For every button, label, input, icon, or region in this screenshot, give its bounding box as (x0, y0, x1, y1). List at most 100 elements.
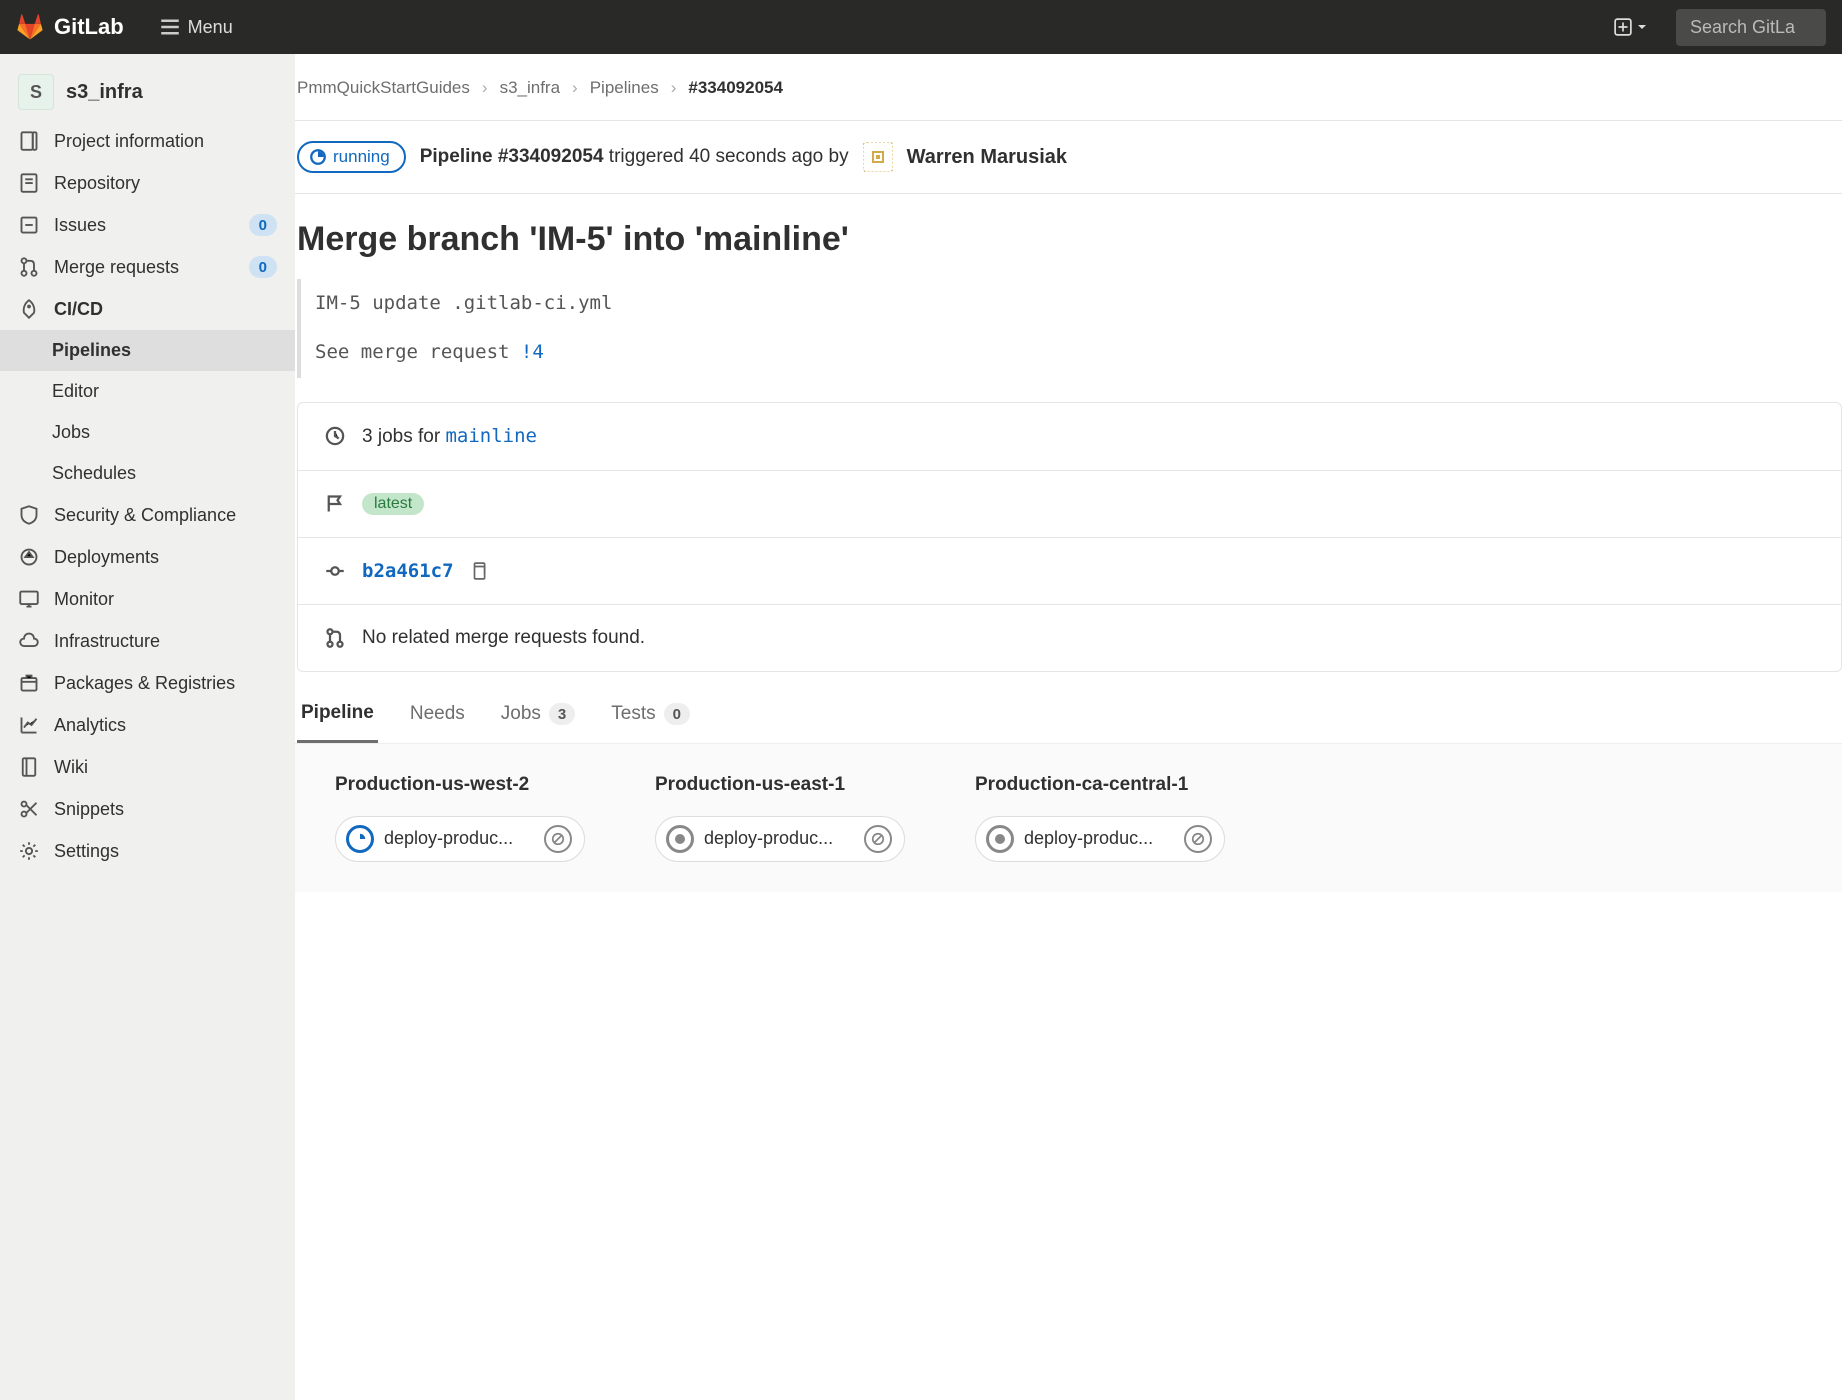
sidebar-item-security[interactable]: Security & Compliance (0, 494, 295, 536)
cloud-icon (18, 630, 40, 652)
sidebar-sub-jobs[interactable]: Jobs (0, 412, 295, 453)
job-pill[interactable]: deploy-produc... (335, 816, 585, 862)
merge-request-link[interactable]: !4 (521, 341, 544, 363)
tag-badge: latest (362, 493, 424, 515)
merge-request-icon (324, 627, 346, 649)
issues-icon (18, 214, 40, 236)
breadcrumb-project[interactable]: s3_infra (500, 78, 560, 98)
sidebar-item-label: Packages & Registries (54, 673, 235, 694)
stage-title: Production-us-west-2 (335, 774, 585, 796)
mr-badge: 0 (249, 256, 277, 278)
pipeline-tabs: Pipeline Needs Jobs3 Tests0 (295, 702, 1842, 744)
status-label: running (333, 147, 390, 167)
package-icon (18, 672, 40, 694)
sidebar-item-snippets[interactable]: Snippets (0, 788, 295, 830)
sidebar-item-cicd[interactable]: CI/CD (0, 288, 295, 330)
job-name: deploy-produc... (1024, 828, 1174, 849)
tab-jobs[interactable]: Jobs3 (497, 703, 579, 741)
sidebar-item-packages[interactable]: Packages & Registries (0, 662, 295, 704)
sidebar: S s3_infra Project information Repositor… (0, 54, 295, 1400)
stage: Production-us-east-1 deploy-produc... (655, 774, 905, 862)
status-badge[interactable]: running (297, 141, 406, 173)
sidebar-item-label: Issues (54, 215, 106, 236)
job-cancel-icon[interactable] (864, 825, 892, 853)
brand-label: GitLab (54, 14, 124, 40)
tab-tests[interactable]: Tests0 (607, 703, 694, 741)
copy-icon[interactable] (470, 562, 488, 580)
sidebar-item-label: Monitor (54, 589, 114, 610)
monitor-icon (18, 588, 40, 610)
job-status-running-icon (346, 825, 374, 853)
gitlab-icon (16, 13, 44, 41)
rocket-icon (18, 298, 40, 320)
sidebar-item-label: CI/CD (54, 299, 103, 320)
shield-icon (18, 504, 40, 526)
gear-icon (18, 840, 40, 862)
chevron-right-icon: › (482, 78, 488, 98)
commit-sha-link[interactable]: b2a461c7 (362, 560, 454, 582)
sidebar-item-settings[interactable]: Settings (0, 830, 295, 872)
stage: Production-ca-central-1 deploy-produc... (975, 774, 1225, 862)
sidebar-item-label: Merge requests (54, 257, 179, 278)
sidebar-item-label: Infrastructure (54, 631, 160, 652)
sidebar-item-label: Snippets (54, 799, 124, 820)
sidebar-item-label: Security & Compliance (54, 505, 236, 526)
stage-title: Production-us-east-1 (655, 774, 905, 796)
merge-icon (18, 256, 40, 278)
author-name[interactable]: Warren Marusiak (907, 146, 1067, 169)
breadcrumb-current: #334092054 (688, 78, 783, 98)
job-status-manual-icon (666, 825, 694, 853)
project-name: s3_infra (66, 81, 143, 104)
sidebar-item-infrastructure[interactable]: Infrastructure (0, 620, 295, 662)
scissors-icon (18, 798, 40, 820)
job-pill[interactable]: deploy-produc... (975, 816, 1225, 862)
sidebar-item-monitor[interactable]: Monitor (0, 578, 295, 620)
project-header[interactable]: S s3_infra (0, 64, 295, 120)
new-dropdown[interactable] (1614, 18, 1648, 36)
sidebar-item-label: Analytics (54, 715, 126, 736)
sidebar-item-merge-requests[interactable]: Merge requests 0 (0, 246, 295, 288)
chevron-down-icon (1636, 21, 1648, 33)
breadcrumb-root[interactable]: PmmQuickStartGuides (297, 78, 470, 98)
sidebar-item-issues[interactable]: Issues 0 (0, 204, 295, 246)
search-input[interactable] (1676, 9, 1826, 46)
repo-icon (18, 172, 40, 194)
sidebar-item-wiki[interactable]: Wiki (0, 746, 295, 788)
job-pill[interactable]: deploy-produc... (655, 816, 905, 862)
sidebar-item-label: Settings (54, 841, 119, 862)
info-icon (18, 130, 40, 152)
gitlab-logo[interactable]: GitLab (16, 13, 124, 41)
sidebar-item-repository[interactable]: Repository (0, 162, 295, 204)
deploy-icon (18, 546, 40, 568)
author-avatar[interactable] (863, 142, 893, 172)
plus-box-icon (1614, 18, 1632, 36)
clock-icon (324, 425, 346, 447)
tab-pipeline[interactable]: Pipeline (297, 702, 378, 743)
job-cancel-icon[interactable] (1184, 825, 1212, 853)
sidebar-sub-pipelines[interactable]: Pipelines (0, 330, 295, 371)
stage: Production-us-west-2 deploy-produc... (335, 774, 585, 862)
flag-icon (324, 493, 346, 515)
breadcrumb-section[interactable]: Pipelines (590, 78, 659, 98)
tab-needs[interactable]: Needs (406, 703, 469, 741)
menu-button[interactable]: Menu (160, 17, 233, 38)
page-title: Merge branch 'IM-5' into 'mainline' (295, 194, 1842, 279)
no-related-mr-text: No related merge requests found. (362, 627, 645, 649)
menu-label: Menu (188, 17, 233, 38)
job-cancel-icon[interactable] (544, 825, 572, 853)
sidebar-item-label: Project information (54, 131, 204, 152)
sidebar-item-analytics[interactable]: Analytics (0, 704, 295, 746)
sidebar-item-label: Wiki (54, 757, 88, 778)
hamburger-icon (160, 17, 180, 37)
book-icon (18, 756, 40, 778)
sidebar-sub-schedules[interactable]: Schedules (0, 453, 295, 494)
sidebar-item-label: Deployments (54, 547, 159, 568)
sidebar-item-project-info[interactable]: Project information (0, 120, 295, 162)
pipeline-stages: Production-us-west-2 deploy-produc... Pr… (295, 743, 1842, 892)
branch-link[interactable]: mainline (445, 425, 537, 447)
sidebar-item-deployments[interactable]: Deployments (0, 536, 295, 578)
jobs-count-text: 3 jobs for mainline (362, 425, 537, 448)
sidebar-sub-editor[interactable]: Editor (0, 371, 295, 412)
project-avatar: S (18, 74, 54, 110)
job-status-manual-icon (986, 825, 1014, 853)
